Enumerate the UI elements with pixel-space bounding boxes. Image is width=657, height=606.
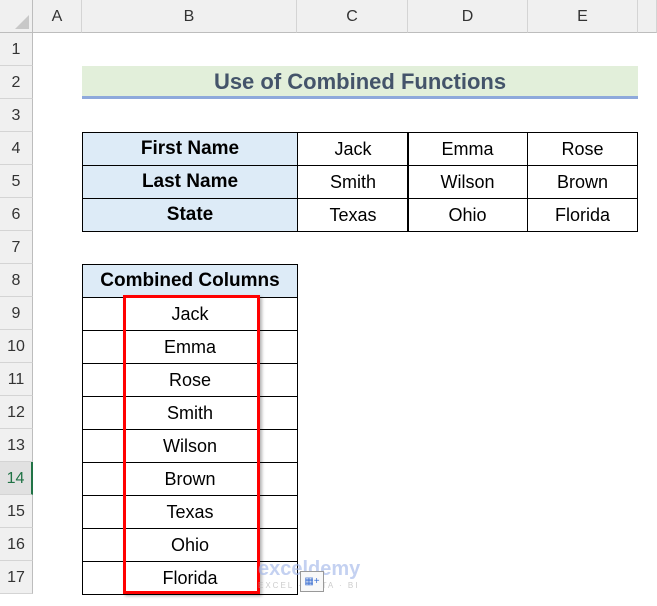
- combined-columns-header[interactable]: Combined Columns: [82, 264, 298, 298]
- row-label-cell[interactable]: First Name: [82, 132, 298, 166]
- row-label-cell[interactable]: State: [82, 198, 298, 232]
- row-header-6[interactable]: 6: [0, 198, 33, 231]
- data-cell[interactable]: Rose: [527, 132, 638, 166]
- row-header-5[interactable]: 5: [0, 165, 33, 198]
- column-header-A[interactable]: A: [33, 0, 82, 33]
- quick-analysis-icon[interactable]: ▦+: [300, 571, 324, 592]
- data-cell[interactable]: Florida: [527, 198, 638, 232]
- row-header-1[interactable]: 1: [0, 33, 33, 66]
- row-label-cell[interactable]: Last Name: [82, 165, 298, 199]
- column-header-filler: [638, 0, 657, 33]
- row-header-3[interactable]: 3: [0, 99, 33, 132]
- column-header-E[interactable]: E: [528, 0, 638, 33]
- data-cell[interactable]: Wilson: [407, 165, 528, 199]
- row-header-9[interactable]: 9: [0, 297, 33, 330]
- data-cell[interactable]: Emma: [407, 132, 528, 166]
- data-cell[interactable]: Brown: [527, 165, 638, 199]
- row-header-13[interactable]: 13: [0, 429, 33, 462]
- column-header-B[interactable]: B: [82, 0, 297, 33]
- select-all-corner[interactable]: [0, 0, 33, 33]
- row-header-15[interactable]: 15: [0, 495, 33, 528]
- row-header-2[interactable]: 2: [0, 66, 33, 99]
- row-header-12[interactable]: 12: [0, 396, 33, 429]
- column-header-C[interactable]: C: [297, 0, 408, 33]
- data-cell[interactable]: Texas: [297, 198, 409, 232]
- row-header-4[interactable]: 4: [0, 132, 33, 165]
- row-header-10[interactable]: 10: [0, 330, 33, 363]
- row-header-14[interactable]: 14: [0, 462, 33, 495]
- data-cell[interactable]: Ohio: [407, 198, 528, 232]
- row-header-11[interactable]: 11: [0, 363, 33, 396]
- highlight-rectangle: [123, 295, 260, 594]
- data-cell[interactable]: Jack: [297, 132, 409, 166]
- sheet-title: Use of Combined Functions: [82, 66, 638, 99]
- row-header-17[interactable]: 17: [0, 561, 33, 594]
- row-header-8[interactable]: 8: [0, 264, 33, 297]
- column-header-D[interactable]: D: [408, 0, 528, 33]
- row-header-16[interactable]: 16: [0, 528, 33, 561]
- row-header-7[interactable]: 7: [0, 231, 33, 264]
- data-cell[interactable]: Smith: [297, 165, 409, 199]
